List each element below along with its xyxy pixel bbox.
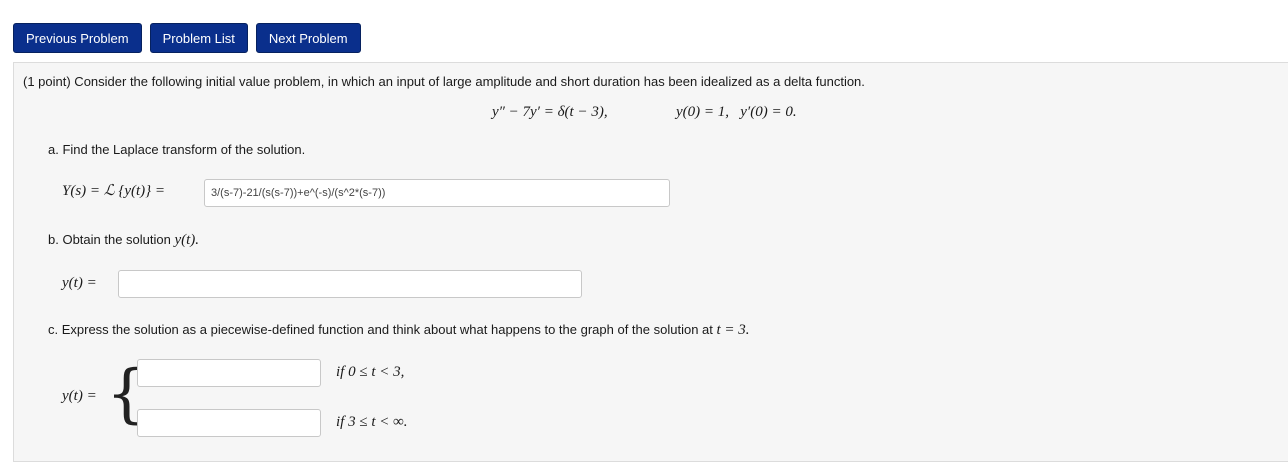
- part-c-prefix: c. Express the solution as a piecewise-d…: [48, 322, 717, 337]
- piece1-input[interactable]: [137, 359, 321, 387]
- initial-conditions: y(0) = 1, y′(0) = 0.: [676, 104, 797, 120]
- part-a-text: a. Find the Laplace transform of the sol…: [48, 142, 306, 157]
- problem-intro: (1 point) Consider the following initial…: [23, 74, 865, 89]
- laplace-label: Y(s) = ℒ {y(t)} =: [62, 183, 166, 199]
- problem-navigation: Previous Problem Problem List Next Probl…: [13, 23, 361, 53]
- part-b-text: b. Obtain the solution y(t).: [48, 232, 199, 249]
- solution-label: y(t) =: [62, 275, 97, 291]
- piecewise-label: y(t) =: [62, 388, 97, 404]
- part-c-text: c. Express the solution as a piecewise-d…: [48, 322, 750, 339]
- next-problem-button[interactable]: Next Problem: [255, 23, 361, 53]
- part-b-prefix: b. Obtain the solution: [48, 232, 175, 247]
- piece2-input[interactable]: [137, 409, 321, 437]
- piece2-condition: if 3 ≤ t < ∞.: [336, 414, 408, 430]
- differential-equation: y″ − 7y′ = δ(t − 3),: [492, 104, 608, 120]
- previous-problem-button[interactable]: Previous Problem: [13, 23, 142, 53]
- part-b-math: y(t).: [174, 232, 200, 248]
- piece1-condition: if 0 ≤ t < 3,: [336, 364, 405, 380]
- part-c-math: t = 3.: [716, 322, 750, 338]
- problem-body: (1 point) Consider the following initial…: [13, 62, 1288, 462]
- problem-list-button[interactable]: Problem List: [149, 23, 248, 53]
- solution-input[interactable]: [118, 270, 582, 298]
- laplace-transform-input[interactable]: [204, 179, 670, 207]
